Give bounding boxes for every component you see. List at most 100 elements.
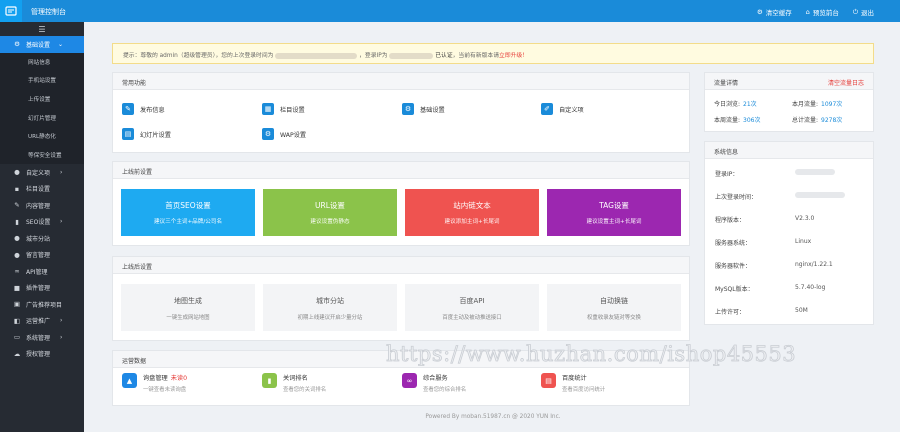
redacted-ip xyxy=(389,52,434,59)
panel-title: 系统信息 xyxy=(705,142,873,159)
ops-title: 百度统计 xyxy=(562,375,587,382)
sidebar-item-marketing[interactable]: ◧ 运营推广 › xyxy=(0,313,84,330)
preview-frontend-button[interactable]: ⌂ 预览前台 xyxy=(806,7,839,17)
upgrade-link[interactable]: 立即升级！ xyxy=(499,53,528,59)
header-actions: ⚙ 清空缓存 ⌂ 预览前台 ⏻ 退出 xyxy=(757,7,874,18)
today-views: 今日浏览: 21次 xyxy=(714,99,757,108)
sidebar-item-label: 插件管理 xyxy=(26,285,51,293)
city-site-card[interactable]: 城市分站 初期上线建议开启少量分站 xyxy=(263,284,397,331)
chevron-right-icon: › xyxy=(60,218,63,226)
footer: Powered By moban.51987.cn @ 2020 YUN Inc… xyxy=(425,414,561,420)
sidebar-subitem-upload[interactable]: 上传设置 xyxy=(0,89,84,109)
week-views: 本周流量: 306次 xyxy=(714,115,760,124)
ops-services[interactable]: ∞ 综合服务 查看您的综合排名 xyxy=(402,373,466,393)
card-sub: 初期上线建议开启少量分站 xyxy=(297,315,363,321)
ops-sub: 查看您的关词排名 xyxy=(283,387,327,393)
postlaunch-panel: 上线后设置 地图生成 一键生成网站地图 城市分站 初期上线建议开启少量分站 百度AP… xyxy=(112,256,690,341)
sidebar-item-license[interactable]: ☁ 授权管理 xyxy=(0,346,84,363)
auto-link-card[interactable]: 自动换链 权重收录友链对等交换 xyxy=(547,284,681,331)
logo-icon[interactable] xyxy=(0,0,22,22)
stat-label: 本周流量: xyxy=(714,117,741,124)
quick-slides[interactable]: ▤ 幻灯片设置 xyxy=(122,128,171,140)
quick-label: 幻灯片设置 xyxy=(140,131,171,139)
quick-publish[interactable]: ✎ 发布信息 xyxy=(122,103,165,115)
sidebar-item-label: API管理 xyxy=(26,268,48,276)
sidebar-item-city[interactable]: ● 城市分站 xyxy=(0,230,84,247)
sys-row-os: 服务器系统： Linux xyxy=(715,238,865,247)
sidebar-item-label: 运营推广 xyxy=(26,318,51,326)
sidebar-item-messages[interactable]: ● 留言管理 xyxy=(0,247,84,264)
sidebar-item-label: 自定义项 xyxy=(26,169,51,177)
card-sub: 百度主动及被动推送接口 xyxy=(442,315,502,321)
gear-icon: ⚙ xyxy=(14,40,20,49)
menu-icon[interactable]: ☰ xyxy=(0,22,84,36)
globe-icon: ● xyxy=(14,234,20,243)
custom-icon: ✐ xyxy=(541,103,553,115)
sidebar-subitem-mobile-site[interactable]: 手机站设置 xyxy=(0,71,84,90)
sidebar-item-basic-settings[interactable]: ⚙ 基础设置 ⌄ xyxy=(0,36,84,53)
card-title: URL设置 xyxy=(315,201,345,210)
quick-basic[interactable]: ⚙ 基础设置 xyxy=(402,103,445,115)
sys-label: MySQL版本： xyxy=(715,286,754,293)
sidebar-subitem-slides[interactable]: 幻灯片管理 xyxy=(0,108,84,127)
sidebar-item-content[interactable]: ✎ 内容管理 xyxy=(0,197,84,214)
sidebar-item-label: 栏目设置 xyxy=(26,186,51,194)
home-icon: ⌂ xyxy=(805,8,810,16)
sidebar-item-ads[interactable]: ▣ 广告推荐项目 xyxy=(0,296,84,313)
tag-icon: ● xyxy=(14,168,20,177)
comment-icon: ● xyxy=(14,250,20,259)
clear-traffic-log-link[interactable]: 清空流量日志 xyxy=(828,78,864,87)
mobile-icon: ⚙ xyxy=(262,128,274,140)
sys-value: nginx/1.22.1 xyxy=(795,261,833,268)
clear-cache-button[interactable]: ⚙ 清空缓存 xyxy=(757,7,792,17)
slides-icon: ▤ xyxy=(122,128,134,140)
ops-title: 关词排名 xyxy=(283,375,308,382)
sidebar: ☰ ⚙ 基础设置 ⌄ 网站信息 手机站设置 上传设置 幻灯片管理 URL静态化 … xyxy=(0,22,84,432)
sys-label: 程序版本： xyxy=(715,217,746,224)
sidebar-subitem-security[interactable]: 等保安全设置 xyxy=(0,145,84,165)
app-title: 管理控制台 xyxy=(31,8,66,16)
sidebar-item-seo[interactable]: ▮ SEO设置 › xyxy=(0,214,84,231)
columns-icon: ▦ xyxy=(262,103,274,115)
panel-title: 常用功能 xyxy=(113,73,689,90)
ops-sub: 查看百度访问统计 xyxy=(562,387,606,393)
notice-bar: 提示：尊敬的 admin（超级管理员），您的上次登录时间为 ，登录IP为 已认证… xyxy=(112,43,874,64)
chevron-right-icon: › xyxy=(60,333,63,341)
ops-ranking[interactable]: ▮ 关词排名 查看您的关词排名 xyxy=(262,373,326,393)
panel-title: 上线前设置 xyxy=(113,162,689,179)
quick-custom[interactable]: ✐ 自定义项 xyxy=(541,103,584,115)
auth-status: 已认证 xyxy=(435,53,453,59)
seo-homepage-card[interactable]: 首页SEO设置 建议三个主词+品牌/公司名 xyxy=(121,189,255,236)
card-sub: 一键生成网站地图 xyxy=(166,315,210,321)
gear-icon: ⚙ xyxy=(756,8,763,16)
redacted-time xyxy=(795,192,845,198)
ops-inquiry[interactable]: ▲ 询盘管理 未读0 一键查看未读询盘 xyxy=(122,373,187,393)
quick-wap[interactable]: ⚙ WAP设置 xyxy=(262,128,306,140)
quick-columns[interactable]: ▦ 栏目设置 xyxy=(262,103,305,115)
sidebar-item-api[interactable]: ∞ API管理 xyxy=(0,263,84,280)
card-title: TAG设置 xyxy=(599,201,629,210)
card-title: 站内链文本 xyxy=(453,201,491,210)
seo-tag-card[interactable]: TAG设置 建议设置主词+长尾词 xyxy=(547,189,681,236)
logout-button[interactable]: ⏻ 退出 xyxy=(853,7,874,18)
report-icon: ▤ xyxy=(541,373,556,388)
ops-baidu-stats[interactable]: ▤ 百度统计查看百度访问统计 xyxy=(541,373,605,393)
sys-row-server: 服务器软件： nginx/1.22.1 xyxy=(715,261,865,270)
publish-icon: ✎ xyxy=(122,103,134,115)
sys-row-mysql: MySQL版本： 5.7.40-log xyxy=(715,284,865,293)
stat-value: 1097次 xyxy=(821,101,843,108)
stat-label: 本月流量: xyxy=(792,101,819,108)
sidebar-item-custom[interactable]: ● 自定义项 › xyxy=(0,164,84,181)
sidebar-item-columns[interactable]: ▪ 栏目设置 xyxy=(0,181,84,198)
sidebar-item-system[interactable]: ▭ 系统管理 › xyxy=(0,329,84,346)
seo-anchor-card[interactable]: 站内链文本 建议添加主词+长尾词 xyxy=(405,189,539,236)
gear-icon: ⚙ xyxy=(402,103,414,115)
sitemap-card[interactable]: 地图生成 一键生成网站地图 xyxy=(121,284,255,331)
baidu-api-card[interactable]: 百度API 百度主动及被动推送接口 xyxy=(405,284,539,331)
seo-url-card[interactable]: URL设置 建议设置伪静态 xyxy=(263,189,397,236)
sidebar-item-plugins[interactable]: ■ 插件管理 xyxy=(0,280,84,297)
preview-label: 预览前台 xyxy=(812,9,839,17)
sidebar-subitem-url-static[interactable]: URL静态化 xyxy=(0,126,84,146)
card-title: 百度API xyxy=(459,297,485,305)
sidebar-subitem-site-info[interactable]: 网站信息 xyxy=(0,52,84,72)
